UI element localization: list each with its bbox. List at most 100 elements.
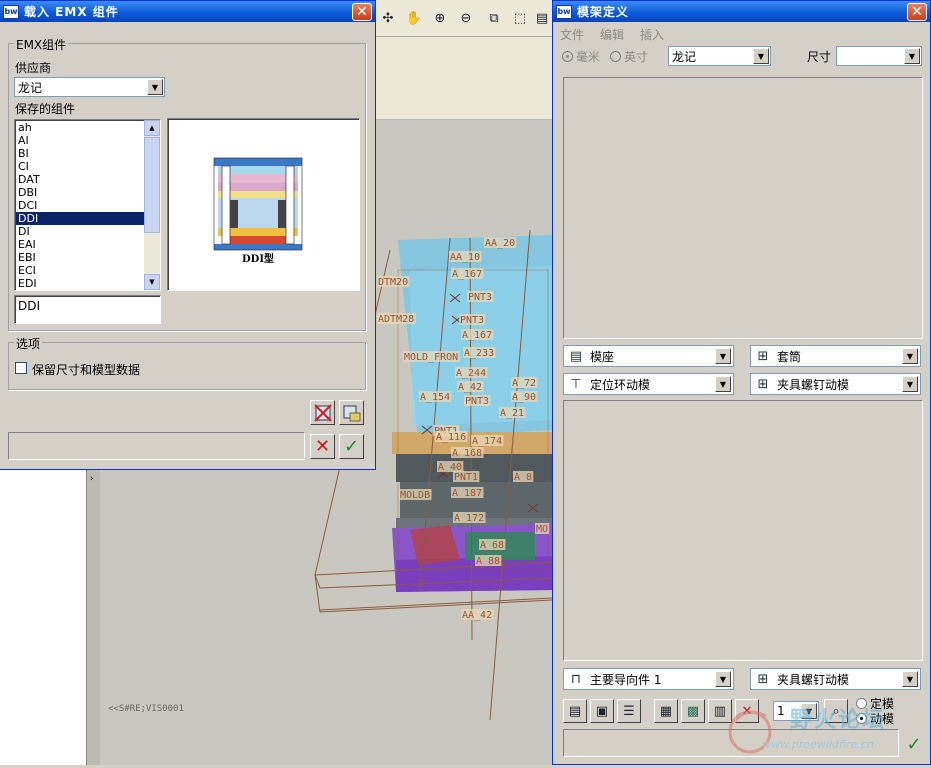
moving-side-radio[interactable]: 动模 bbox=[856, 710, 894, 727]
zoom-out-icon[interactable]: ⊖ bbox=[456, 8, 476, 28]
emx-close-button[interactable]: ✕ bbox=[352, 3, 372, 21]
section-view-icon[interactable]: ▥ bbox=[708, 699, 732, 723]
mold-supplier-dropdown[interactable]: 龙记 ▼ bbox=[668, 46, 771, 66]
size-dropdown[interactable]: ▼ bbox=[836, 46, 922, 66]
cad-datum-label[interactable]: AA_42 bbox=[462, 610, 492, 621]
pan-hand-icon[interactable]: ✋ bbox=[404, 8, 424, 28]
zoom-in-icon[interactable]: ⊕ bbox=[430, 8, 450, 28]
chevron-down-icon[interactable]: ▼ bbox=[753, 48, 769, 64]
emx-titlebar[interactable]: bw 载入 EMX 组件 ✕ bbox=[0, 1, 375, 22]
list-item[interactable]: ECI bbox=[16, 264, 145, 277]
component-detail-area[interactable] bbox=[563, 400, 923, 661]
cad-datum-label[interactable]: A_187 bbox=[452, 488, 482, 499]
category-combo-bushing[interactable]: ⊞ 套筒 ▼ bbox=[750, 345, 921, 367]
cad-datum-label[interactable]: A_154 bbox=[420, 392, 450, 403]
view-icon[interactable]: ▤ bbox=[532, 8, 552, 28]
list-item[interactable]: ah bbox=[16, 121, 145, 134]
cad-datum-label[interactable]: A_8 bbox=[514, 472, 532, 483]
category-combo-clamp-screw[interactable]: ⊞ 夹具螺钉动模 ▼ bbox=[750, 373, 921, 395]
chevron-down-icon[interactable]: ▼ bbox=[902, 671, 918, 687]
category-combo-clamp-screw-2[interactable]: ⊞ 夹具螺钉动模 ▼ bbox=[750, 668, 921, 690]
scroll-down-icon[interactable]: ▼ bbox=[144, 274, 160, 290]
chevron-down-icon[interactable]: ▼ bbox=[715, 671, 731, 687]
save-component-icon[interactable] bbox=[339, 400, 364, 425]
cad-datum-label[interactable]: A_72 bbox=[512, 378, 536, 389]
chevron-down-icon[interactable]: ▼ bbox=[715, 376, 731, 392]
quantity-spinner[interactable]: 1 ▼ bbox=[773, 701, 819, 721]
keep-data-checkbox[interactable] bbox=[15, 362, 27, 374]
list-item[interactable]: EAI bbox=[16, 238, 145, 251]
menu-file[interactable]: 文件 bbox=[560, 26, 584, 43]
chevron-down-icon[interactable]: ▼ bbox=[801, 703, 817, 719]
cad-datum-label[interactable]: A_167 bbox=[462, 330, 492, 341]
cad-datum-label[interactable]: AA_20 bbox=[485, 238, 515, 249]
mold-close-button[interactable]: ✕ bbox=[907, 3, 927, 21]
cad-datum-label[interactable]: A_116 bbox=[436, 432, 466, 443]
cad-datum-label[interactable]: A_90 bbox=[512, 392, 536, 403]
mold-preview-area[interactable] bbox=[563, 77, 923, 339]
cad-datum-label[interactable]: A_168 bbox=[452, 448, 482, 459]
unit-mm-radio[interactable]: 毫米 bbox=[562, 48, 600, 65]
cad-datum-label[interactable]: A_167 bbox=[452, 269, 482, 280]
cad-datum-label[interactable]: A_244 bbox=[456, 368, 486, 379]
list-item[interactable]: BI bbox=[16, 147, 145, 160]
list-item[interactable]: DAT bbox=[16, 173, 145, 186]
chevron-down-icon[interactable]: ▼ bbox=[902, 348, 918, 364]
supplier-dropdown[interactable]: 龙记 ▼ bbox=[14, 77, 165, 97]
list-item[interactable]: AI bbox=[16, 134, 145, 147]
scroll-up-icon[interactable]: ▲ bbox=[144, 120, 160, 136]
component-list[interactable]: ah AI BI CI DAT DBI DCI DDI DI EAI EBI ECI EDI ▲ ▼ bbox=[14, 119, 161, 291]
orient-icon[interactable]: ⬚ bbox=[510, 8, 530, 28]
cad-datum-label[interactable]: PNT3 bbox=[460, 315, 484, 326]
chevron-down-icon[interactable]: ▼ bbox=[904, 48, 920, 64]
cad-datum-label[interactable]: ADTM28 bbox=[378, 314, 414, 325]
cad-datum-label[interactable]: MO bbox=[536, 524, 548, 535]
unit-inch-radio[interactable]: 英寸 bbox=[610, 48, 648, 65]
cad-datum-label[interactable]: A_174 bbox=[472, 436, 502, 447]
grid-view-icon[interactable]: ▩ bbox=[681, 699, 705, 723]
cad-datum-label[interactable]: A_21 bbox=[500, 408, 524, 419]
cad-datum-label[interactable]: PNT3 bbox=[465, 396, 489, 407]
list-item[interactable]: EDI bbox=[16, 277, 145, 290]
cad-datum-label[interactable]: A_233 bbox=[464, 348, 494, 359]
list-item[interactable]: DDI bbox=[16, 212, 145, 225]
cancel-icon[interactable]: ✕ bbox=[310, 434, 335, 459]
mold-titlebar[interactable]: bw 模架定义 ✕ bbox=[553, 1, 930, 22]
list-item[interactable]: DCI bbox=[16, 199, 145, 212]
zoom-fit-icon[interactable]: ⧉ bbox=[484, 8, 504, 28]
plate-view-icon[interactable]: ▦ bbox=[654, 699, 678, 723]
search-icon[interactable]: ⌕ bbox=[824, 699, 848, 723]
category-combo-guide[interactable]: ⊓ 主要导向件 1 ▼ bbox=[563, 668, 734, 690]
cad-datum-label[interactable]: AA_10 bbox=[450, 252, 480, 263]
ok-check-icon[interactable]: ✓ bbox=[339, 434, 364, 459]
cad-datum-label[interactable]: A_172 bbox=[454, 513, 484, 524]
list-item[interactable]: DI bbox=[16, 225, 145, 238]
list-item[interactable]: DBI bbox=[16, 186, 145, 199]
list-item[interactable]: CI bbox=[16, 160, 145, 173]
cad-datum-label[interactable]: MOLDB bbox=[400, 490, 430, 501]
cad-datum-label[interactable]: MOLD_FRON bbox=[404, 352, 458, 363]
repaint-icon[interactable]: ✣ bbox=[378, 8, 398, 28]
list-scrollbar[interactable]: ▲ ▼ bbox=[144, 120, 160, 290]
component-name-field[interactable]: DDI bbox=[14, 295, 161, 324]
chevron-down-icon[interactable]: ▼ bbox=[902, 376, 918, 392]
category-combo-locating-ring[interactable]: ⊤ 定位环动模 ▼ bbox=[563, 373, 734, 395]
category-combo-base[interactable]: ▤ 模座 ▼ bbox=[563, 345, 734, 367]
cad-datum-label[interactable]: A_42 bbox=[458, 382, 482, 393]
delete-plate-icon[interactable]: ✕ bbox=[735, 699, 759, 723]
menu-edit[interactable]: 编辑 bbox=[600, 26, 624, 43]
keep-data-label[interactable]: 保留尺寸和模型数据 bbox=[32, 361, 140, 378]
list-item[interactable]: EBI bbox=[16, 251, 145, 264]
cad-datum-label[interactable]: PNT1 bbox=[454, 472, 478, 483]
menu-insert[interactable]: 插入 bbox=[640, 26, 664, 43]
cad-datum-label[interactable]: A_88 bbox=[476, 556, 500, 567]
cad-datum-label[interactable]: DTM20 bbox=[378, 277, 408, 288]
plate-list-icon[interactable]: ☰ bbox=[617, 699, 641, 723]
save-mold-icon[interactable]: ▣ bbox=[590, 699, 614, 723]
cad-datum-label[interactable]: PNT3 bbox=[468, 292, 492, 303]
scroll-thumb[interactable] bbox=[144, 137, 160, 233]
expand-arrow-icon[interactable]: › bbox=[90, 474, 94, 484]
cad-datum-label[interactable]: A_68 bbox=[480, 540, 504, 551]
delete-component-icon[interactable] bbox=[310, 400, 335, 425]
chevron-down-icon[interactable]: ▼ bbox=[715, 348, 731, 364]
